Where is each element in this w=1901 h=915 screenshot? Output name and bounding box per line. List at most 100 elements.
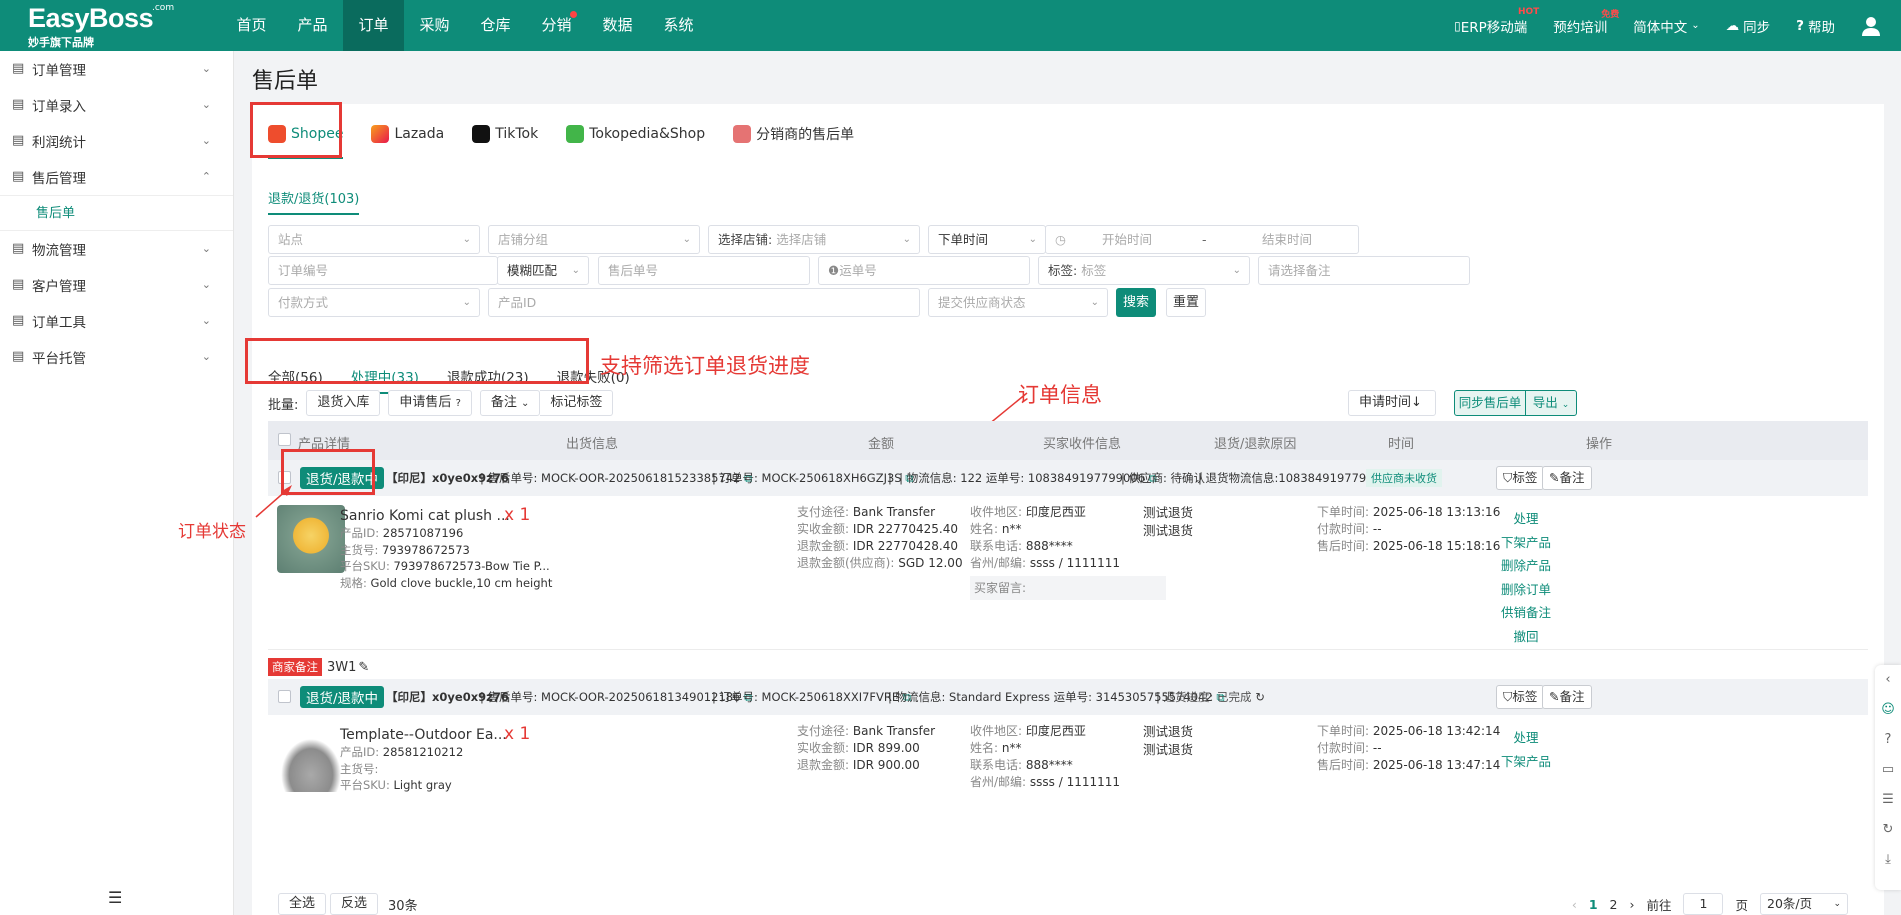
nav-data[interactable]: 数据 [587, 0, 648, 51]
prev-page-icon[interactable]: ‹ [1572, 897, 1577, 912]
tab-refund-return[interactable]: 退款/退货(103) [268, 188, 360, 215]
refresh-icon[interactable]: ↻ [1255, 690, 1265, 704]
shop-select[interactable]: 选择店铺: 选择店铺 ⌄ [708, 225, 920, 254]
sidebar-item-hosting[interactable]: ▤ 平台托管 ⌄ [0, 339, 233, 375]
action-process[interactable]: 处理 [1496, 508, 1556, 532]
feedback-icon[interactable]: ☰ [1875, 785, 1901, 815]
action-delete-product[interactable]: 删除产品 [1496, 555, 1556, 579]
tab-tokopedia[interactable]: Tokopedia&Shop [566, 116, 705, 151]
help-doc-icon[interactable]: ? [1875, 725, 1901, 755]
sidebar-item-tools[interactable]: ▤ 订单工具 ⌄ [0, 303, 233, 339]
logo[interactable]: EasyBoss .com 妙手旗下品牌 [28, 3, 174, 50]
product-name[interactable]: Template--Outdoor Ea... [340, 727, 507, 743]
order-no-input[interactable]: 订单编号 [268, 256, 498, 285]
action-supply-remark[interactable]: 供销备注 [1496, 602, 1556, 626]
sync-link[interactable]: ☁ 同步 [1726, 16, 1771, 36]
spec-value: Gold clove buckle,10 cm height [370, 575, 553, 590]
aftersale-no-input[interactable]: 售后单号 [598, 256, 810, 285]
remark-button[interactable]: 备注 ⌄ [479, 390, 541, 416]
tab-lazada[interactable]: Lazada [371, 116, 444, 151]
sort-select[interactable]: 申请时间↓ [1348, 390, 1436, 416]
sidebar-item-label: 售后管理 [32, 171, 86, 187]
search-button[interactable]: 搜索 [1116, 288, 1156, 317]
chevron-down-icon: ⌄ [1090, 297, 1099, 308]
supplier-text: 供应商: 待确认 [1128, 471, 1206, 485]
shop-group-select[interactable]: 店铺分组 ⌄ [488, 225, 700, 254]
product-image[interactable] [277, 505, 345, 573]
remark-button[interactable]: ✎备注 [1542, 685, 1592, 709]
action-process[interactable]: 处理 [1496, 727, 1556, 751]
sidebar-subitem-aftersale-order[interactable]: 售后单 [0, 195, 233, 231]
waybill-input[interactable]: ❶运单号 [818, 256, 1030, 285]
select-all-checkbox[interactable] [278, 433, 291, 446]
return-stock-button[interactable]: 退货入库 [306, 390, 381, 416]
time-type-select[interactable]: 下单时间 ⌄ [928, 225, 1046, 254]
nav-system[interactable]: 系统 [648, 0, 709, 51]
action-withdraw[interactable]: 撤回 [1496, 626, 1556, 650]
nav-product[interactable]: 产品 [282, 0, 343, 51]
sidebar-item-logistics[interactable]: ▤ 物流管理 ⌄ [0, 231, 233, 267]
nav-purchase[interactable]: 采购 [404, 0, 465, 51]
tag-button[interactable]: ⛉标签 [1496, 685, 1545, 709]
tab-tiktok[interactable]: TikTok [472, 116, 538, 151]
help-link[interactable]: ? 帮助 [1796, 16, 1835, 36]
page-size-value: 20条/页 [1767, 896, 1813, 911]
tag-select[interactable]: 标签: 标签 ⌄ [1038, 256, 1250, 285]
sidebar-item-aftersale[interactable]: ▤ 售后管理 ⌃ [0, 159, 233, 195]
sidebar-item-profit[interactable]: ▤ 利润统计 ⌄ [0, 123, 233, 159]
lazada-icon [371, 124, 390, 143]
refresh-icon[interactable]: ↻ [1875, 815, 1901, 845]
date-range-picker[interactable]: ◷ 开始时间 - 结束时间 [1045, 225, 1359, 254]
order-checkbox[interactable] [278, 690, 291, 703]
action-delete-order[interactable]: 删除订单 [1496, 579, 1556, 603]
export-button[interactable]: 导出 ⌄ [1525, 390, 1577, 416]
remark-select[interactable]: 请选择备注 [1258, 256, 1470, 285]
page-input[interactable]: 1 [1683, 893, 1724, 915]
page-1[interactable]: 1 [1589, 897, 1598, 912]
order-no-placeholder: 订单编号 [278, 263, 329, 278]
action-delist[interactable]: 下架产品 [1496, 532, 1556, 556]
sync-aftersale-button[interactable]: 同步售后单 [1454, 390, 1526, 416]
nav-distribution[interactable]: 分销 [526, 0, 587, 51]
language-select[interactable]: 简体中文 ⌄ [1633, 16, 1699, 36]
sidebar-item-order-mgmt[interactable]: ▤ 订单管理 ⌄ [0, 51, 233, 87]
sidebar-item-customer[interactable]: ▤ 客户管理 ⌄ [0, 267, 233, 303]
sidebar-item-label: 订单录入 [32, 99, 86, 115]
next-page-icon[interactable]: › [1629, 897, 1634, 912]
merchant-note: 商家备注 3W1 ✎ [268, 658, 369, 676]
scroll-up-icon[interactable]: ‹ [1875, 665, 1901, 695]
select-all-button[interactable]: 全选 [278, 893, 327, 915]
invert-select-button[interactable]: 反选 [330, 893, 379, 915]
nav-warehouse[interactable]: 仓库 [465, 0, 526, 51]
service-avatar-icon[interactable]: ☺ [1875, 695, 1901, 725]
apply-aftersale-button[interactable]: 申请售后 ? [388, 390, 472, 416]
product-id-input[interactable]: 产品ID [488, 288, 920, 317]
user-avatar[interactable] [1861, 16, 1881, 36]
supplier-status-select[interactable]: 提交供应商状态 ⌄ [928, 288, 1108, 317]
page-2[interactable]: 2 [1610, 897, 1618, 912]
edit-icon[interactable]: ✎ [358, 660, 369, 675]
site-select[interactable]: 站点 ⌄ [268, 225, 480, 254]
training-link[interactable]: 预约培训 免费 [1553, 10, 1619, 36]
nav-order[interactable]: 订单 [343, 0, 404, 51]
erp-mobile-link[interactable]: ▯ ERP移动端 HOT [1454, 7, 1539, 36]
match-mode-select[interactable]: 模糊匹配 ⌄ [497, 256, 589, 285]
product-qty: x 1 [504, 724, 531, 744]
tiktok-icon [472, 124, 491, 143]
mark-tag-button[interactable]: 标记标签 [540, 390, 614, 416]
page-unit: 页 [1735, 897, 1748, 913]
notice-icon[interactable]: ▭ [1875, 755, 1901, 785]
product-name[interactable]: Sanrio Komi cat plush ... [340, 508, 510, 524]
nav-home[interactable]: 首页 [221, 0, 282, 51]
tag-button[interactable]: ⛉标签 [1496, 466, 1545, 490]
page-size-select[interactable]: 20条/页 ⌄ [1760, 893, 1848, 915]
action-delist[interactable]: 下架产品 [1496, 751, 1556, 775]
product-image[interactable] [277, 734, 345, 792]
tab-distributor[interactable]: 分销商的售后单 [733, 116, 854, 151]
collapse-icon[interactable]: ⤓ [1875, 845, 1901, 875]
payment-select[interactable]: 付款方式 ⌄ [268, 288, 480, 317]
reset-button[interactable]: 重置 [1166, 288, 1206, 317]
collapse-menu-icon[interactable]: ☰ [108, 888, 122, 907]
remark-button[interactable]: ✎备注 [1542, 466, 1592, 490]
sidebar-item-order-entry[interactable]: ▤ 订单录入 ⌄ [0, 87, 233, 123]
